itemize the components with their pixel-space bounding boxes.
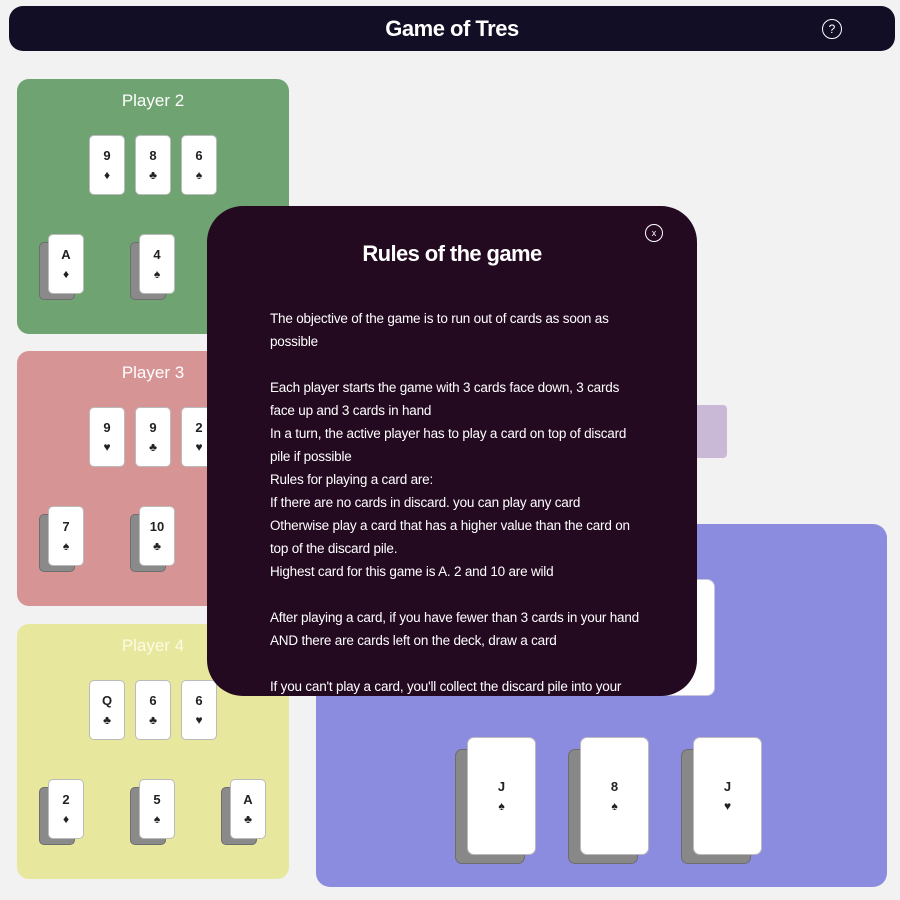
- rules-paragraph: In a turn, the active player has to play…: [270, 426, 627, 464]
- face-up-card[interactable]: 7 ♠: [48, 506, 84, 566]
- table-stack[interactable]: A ♣: [221, 779, 269, 849]
- face-up-card[interactable]: J ♥: [693, 737, 762, 855]
- rules-modal: x Rules of the game The objective of the…: [207, 206, 697, 696]
- rules-paragraph: Highest card for this game is A. 2 and 1…: [270, 564, 554, 579]
- player-1-table-stack[interactable]: J ♥: [681, 737, 763, 865]
- player-3-hand: 9 ♥ 9 ♣ 2 ♥: [89, 407, 217, 467]
- rules-paragraph: The objective of the game is to run out …: [270, 311, 609, 349]
- face-up-card[interactable]: 8 ♠: [580, 737, 649, 855]
- rules-paragraph: If you can't play a card, you'll collect…: [270, 679, 622, 694]
- face-up-card[interactable]: A ♣: [230, 779, 266, 839]
- rules-paragraph: Otherwise play a card that has a higher …: [270, 518, 630, 556]
- face-up-card[interactable]: A ♦: [48, 234, 84, 294]
- hand-card[interactable]: 9 ♣: [135, 407, 171, 467]
- hand-card[interactable]: Q ♣: [89, 680, 125, 740]
- player-1-table-stack[interactable]: J ♠: [455, 737, 537, 865]
- hand-card[interactable]: 8 ♣: [135, 135, 171, 195]
- app-header: Game of Tres ?: [9, 6, 895, 51]
- rules-paragraph: Each player starts the game with 3 cards…: [270, 380, 620, 418]
- rules-paragraph: Rules for playing a card are:: [270, 472, 434, 487]
- face-up-card[interactable]: J ♠: [467, 737, 536, 855]
- rules-paragraph: After playing a card, if you have fewer …: [270, 610, 639, 648]
- hand-card[interactable]: 6 ♥: [181, 680, 217, 740]
- table-stack[interactable]: A ♦: [39, 234, 87, 304]
- player-1-table-stack[interactable]: 8 ♠: [568, 737, 650, 865]
- app-title: Game of Tres: [385, 15, 519, 41]
- face-up-card[interactable]: 2 ♦: [48, 779, 84, 839]
- face-up-card[interactable]: 5 ♠: [139, 779, 175, 839]
- player-2-name: Player 2: [121, 91, 185, 110]
- rules-text: The objective of the game is to run out …: [270, 307, 640, 696]
- player-2-hand: 9 ♦ 8 ♣ 6 ♠: [89, 135, 217, 195]
- close-icon[interactable]: x: [645, 224, 663, 242]
- table-stack[interactable]: 10 ♣: [130, 506, 178, 576]
- hand-card[interactable]: 6 ♣: [135, 680, 171, 740]
- help-button[interactable]: ?: [822, 19, 842, 39]
- hand-card[interactable]: 6 ♠: [181, 135, 217, 195]
- rules-paragraph: If there are no cards in discard. you ca…: [270, 495, 581, 510]
- hand-card[interactable]: 9 ♦: [89, 135, 125, 195]
- face-up-card[interactable]: 4 ♠: [139, 234, 175, 294]
- face-up-card[interactable]: 10 ♣: [139, 506, 175, 566]
- table-stack[interactable]: 7 ♠: [39, 506, 87, 576]
- table-stack[interactable]: 5 ♠: [130, 779, 178, 849]
- modal-title: Rules of the game: [362, 241, 542, 266]
- table-stack[interactable]: 4 ♠: [130, 234, 178, 304]
- table-stack[interactable]: 2 ♦: [39, 779, 87, 849]
- player-4-hand: Q ♣ 6 ♣ 6 ♥: [89, 680, 217, 740]
- hand-card[interactable]: 9 ♥: [89, 407, 125, 467]
